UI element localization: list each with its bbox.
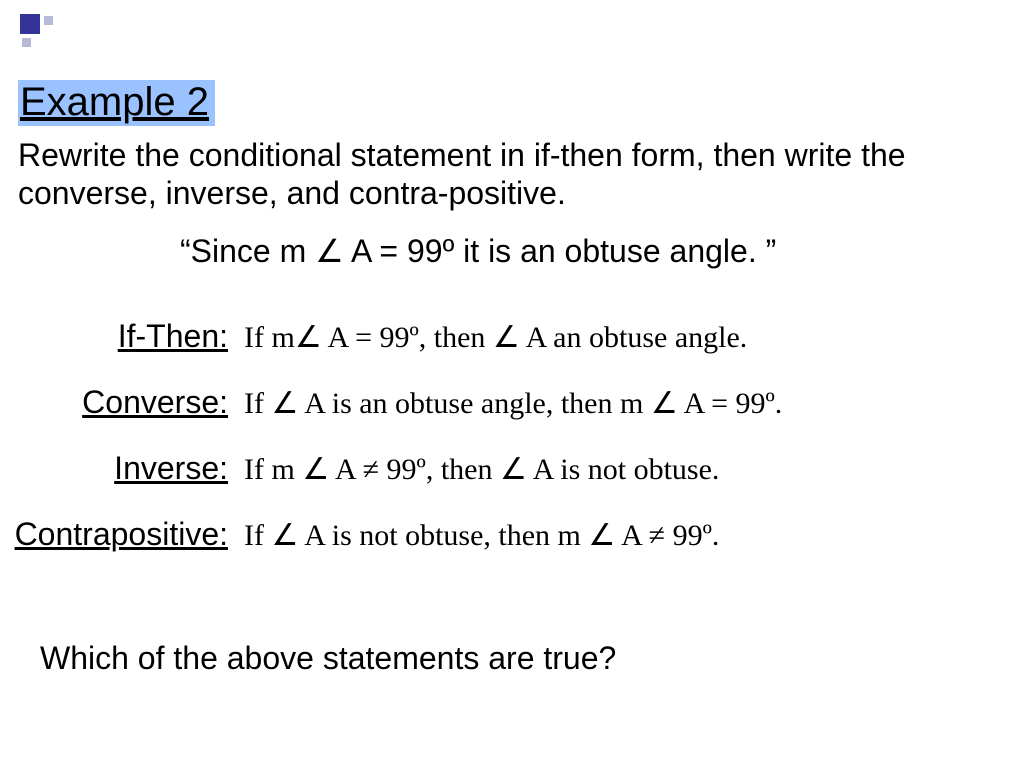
instruction-text: Rewrite the conditional statement in if-… (18, 136, 1004, 213)
row-contrapositive: Contrapositive: If ∠ A is not obtuse, th… (0, 516, 1014, 554)
statements-block: If-Then: If m∠ A = 99º, then ∠ A an obtu… (0, 318, 1014, 582)
label-contrapositive: Contrapositive: (0, 516, 244, 553)
row-converse: Converse: If ∠ A is an obtuse angle, the… (0, 384, 1014, 422)
closing-question: Which of the above statements are true? (40, 640, 616, 677)
example-title: Example 2 (18, 80, 215, 126)
row-if-then: If-Then: If m∠ A = 99º, then ∠ A an obtu… (0, 318, 1014, 356)
answer-contrapositive: If ∠ A is not obtuse, then m ∠ A ≠ 99º. (244, 518, 1014, 554)
label-converse: Converse: (0, 384, 244, 421)
answer-inverse: If m ∠ A ≠ 99º, then ∠ A is not obtuse. (244, 452, 1014, 488)
slide: Example 2 Rewrite the conditional statem… (0, 0, 1024, 768)
label-inverse: Inverse: (0, 450, 244, 487)
decorative-squares-icon (18, 12, 60, 54)
label-if-then: If-Then: (0, 318, 244, 355)
answer-if-then: If m∠ A = 99º, then ∠ A an obtuse angle. (244, 320, 1014, 356)
quoted-statement: “Since m ∠ A = 99º it is an obtuse angle… (180, 232, 1004, 270)
row-inverse: Inverse: If m ∠ A ≠ 99º, then ∠ A is not… (0, 450, 1014, 488)
answer-converse: If ∠ A is an obtuse angle, then m ∠ A = … (244, 386, 1014, 422)
